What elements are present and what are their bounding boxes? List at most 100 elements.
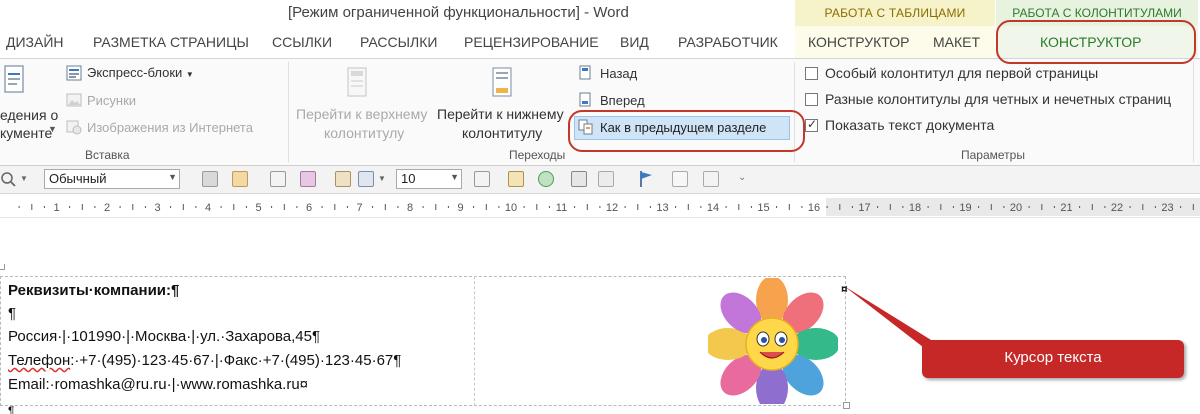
doc-empty-paragraph[interactable]: ¶ [8,305,16,322]
go-to-header-label-1[interactable]: Перейти к верхнему [296,106,427,122]
ruler-tick [1142,204,1144,210]
ruler-tick [978,206,980,208]
ruler-tick [877,206,879,208]
ruler-tick [296,206,298,208]
tab-page-layout[interactable]: РАЗМЕТКА СТРАНИЦЫ [93,34,249,50]
ruler-tick [687,204,689,210]
doc-phone[interactable]: Телефон:·+7·(495)·123·45·67·|·Факс·+7·(4… [8,352,401,369]
show-document-text-label: Показать текст документа [825,117,995,133]
clipboard-icon[interactable] [508,171,524,187]
previous-button[interactable]: Назад [600,66,637,81]
page-icon[interactable] [672,171,688,187]
ruler-ticks: 1 2 3 4 5 6 7 8 9 10 11 12 13 14 15 16 17 18 19 20 21 22 23 [18,202,1194,214]
insert-table-icon[interactable] [571,171,587,187]
ruler-label: 23 [1161,202,1173,214]
doc-bottom-paragraph[interactable]: ¶ [8,404,14,414]
ruler-tick [637,204,639,210]
ruler-tick [839,204,841,210]
eraser-icon[interactable] [300,171,316,187]
ruler-tick [245,206,247,208]
table-resize-handle[interactable] [843,402,850,409]
percent-style-icon[interactable] [270,171,286,187]
go-to-footer-icon [492,67,512,97]
next-button[interactable]: Вперед [600,93,645,108]
ruler-tick [624,206,626,208]
tab-table-layout[interactable]: МАКЕТ [933,34,980,50]
document-info-label-1[interactable]: едения о [0,107,58,123]
pictures-icon [66,93,82,107]
chevron-down-icon[interactable]: ▼ [48,124,57,134]
ruler-label: 13 [656,202,668,214]
go-to-footer-label-2[interactable]: колонтитулу [462,125,542,141]
document-info-icon [4,65,24,93]
zoom-dropdown-icon[interactable]: ▼ [20,174,28,183]
pictures-button[interactable]: Рисунки [87,93,136,108]
document-info-label-2[interactable]: кументе [0,125,52,141]
ruler-tick [485,204,487,210]
show-document-text-checkbox[interactable] [805,117,818,132]
zoom-icon[interactable] [0,170,18,188]
paint-format-icon[interactable] [232,171,248,187]
tab-view[interactable]: ВИД [620,34,649,50]
annotation-highlight-tab [996,20,1196,64]
ruler-label: 19 [959,202,971,214]
flag-icon[interactable] [638,170,654,188]
doc-email[interactable]: Email:·romashka@ru.ru·|·www.romashka.ru¤ [8,376,308,393]
ruler-label: 17 [858,202,870,214]
ruler-tick [574,206,576,208]
tab-table-design[interactable]: КОНСТРУКТОР [808,34,909,50]
envelope-icon[interactable] [703,171,719,187]
style-dropdown-icon[interactable]: ▼ [168,172,177,182]
tab-design[interactable]: ДИЗАЙН [6,34,64,50]
doc-phone-rest: :·+7·(495)·123·45·67·|·Факс·+7·(495)·123… [70,352,402,369]
online-pictures-button[interactable]: Изображения из Интернета [87,120,253,135]
different-first-page-label: Особый колонтитул для первой страницы [825,65,1099,81]
flower-logo-image [708,278,838,404]
borders-icon[interactable] [358,171,374,187]
font-size-dropdown-icon[interactable]: ▼ [450,172,459,182]
tab-developer[interactable]: РАЗРАБОТЧИК [678,34,778,50]
toolbar-overflow-icon[interactable]: ⌄ [738,172,746,183]
ruler-tick [990,204,992,210]
ruler-tick [1028,206,1030,208]
table-format-icon[interactable] [202,171,218,187]
doc-heading[interactable]: Реквизиты·компании:¶ [8,282,179,299]
context-tab-headers-label: РАБОТА С КОЛОНТИТУЛАМИ [1012,6,1182,20]
different-first-page-checkbox[interactable] [805,67,818,80]
shape-circle-icon[interactable] [538,171,554,187]
ruler-tick [69,206,71,208]
ruler-tick [195,206,197,208]
text-box-icon[interactable] [474,171,490,187]
tab-review[interactable]: РЕЦЕНЗИРОВАНИЕ [464,34,599,50]
ruler-label: 18 [909,202,921,214]
ruler-tick [182,204,184,210]
font-color-icon[interactable] [335,171,351,187]
go-to-footer-label-1[interactable]: Перейти к нижнему [437,106,564,122]
borders-dropdown-icon[interactable]: ▼ [378,174,386,183]
layout-icon[interactable] [598,171,614,187]
ruler-label: 20 [1010,202,1022,214]
group-label-navigation: Переходы [509,148,566,162]
ruler-tick [384,204,386,210]
tab-mailings[interactable]: РАССЫЛКИ [360,34,437,50]
window-title: [Режим ограниченной функциональности] - … [288,4,629,21]
ruler-tick [801,206,803,208]
ruler-tick [170,206,172,208]
font-size-combo[interactable]: 10 ▼ [396,169,462,189]
ruler-label: 2 [104,202,110,214]
ruler-tick [1091,204,1093,210]
go-to-header-label-2[interactable]: колонтитулу [324,125,404,141]
style-combo[interactable]: Обычный ▼ [44,169,180,189]
ruler-tick [1129,206,1131,208]
doc-address[interactable]: Россия·|·101990·|·Москва·|·ул.·Захарова,… [8,328,320,345]
table-column-divider [474,276,475,406]
tab-references[interactable]: ССЫЛКИ [272,34,332,50]
table-move-handle[interactable] [0,264,5,270]
quick-parts-button[interactable]: Экспресс-блоки ▼ [87,65,194,80]
ruler-tick [422,206,424,208]
different-odd-even-checkbox[interactable] [805,93,818,106]
ruler-tick [132,204,134,210]
ruler-tick [1180,206,1182,208]
ruler-tick [435,204,437,210]
ruler-label: 6 [306,202,312,214]
